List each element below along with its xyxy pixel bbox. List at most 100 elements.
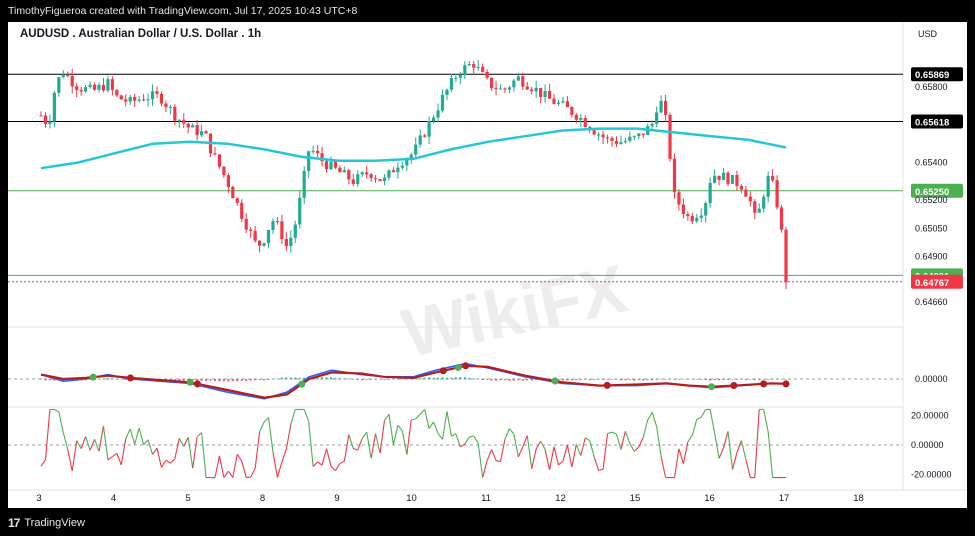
macd-histogram-bar bbox=[570, 379, 573, 381]
oscillator-segment bbox=[125, 428, 131, 439]
oscillator-segment bbox=[531, 448, 537, 469]
tradingview-logo[interactable]: 17 TradingView bbox=[8, 516, 85, 530]
macd-histogram-bar bbox=[624, 379, 627, 381]
macd-histogram-bar bbox=[280, 377, 283, 380]
macd-histogram-bar bbox=[392, 378, 395, 380]
candle-body bbox=[699, 215, 703, 218]
macd-histogram-bar bbox=[481, 379, 484, 381]
macd-histogram-bar bbox=[468, 377, 471, 380]
candle-body bbox=[735, 175, 739, 187]
oscillator-segment bbox=[482, 460, 488, 478]
macd-histogram-bar bbox=[762, 379, 765, 380]
candle-body bbox=[244, 218, 248, 230]
macd-histogram-bar bbox=[584, 379, 587, 380]
oscillator-segment bbox=[98, 425, 104, 452]
candle-body bbox=[128, 97, 132, 102]
macd-histogram-bar bbox=[673, 379, 676, 380]
x-tick-label: 17 bbox=[779, 493, 790, 504]
oscillator-segment bbox=[558, 460, 564, 466]
macd-histogram-bar bbox=[245, 379, 248, 382]
macd-histogram-bar bbox=[316, 377, 319, 380]
macd-histogram-bar bbox=[593, 379, 596, 380]
currency-label: USD bbox=[918, 29, 938, 39]
candle-body bbox=[690, 216, 694, 222]
oscillator-segment bbox=[379, 420, 386, 454]
candle-body bbox=[177, 119, 181, 121]
oscillator-segment bbox=[343, 434, 350, 462]
candle-body bbox=[637, 133, 641, 137]
crossover-dot bbox=[439, 367, 447, 375]
macd-histogram-bar bbox=[695, 379, 698, 380]
oscillator-segment bbox=[267, 417, 274, 453]
macd-histogram-bar bbox=[477, 378, 480, 380]
candle-body bbox=[592, 130, 596, 135]
macd-histogram-bar bbox=[205, 379, 208, 382]
macd-histogram-bar bbox=[325, 377, 328, 380]
candle-body bbox=[543, 91, 547, 97]
candle-body bbox=[449, 78, 454, 90]
macd-histogram-bar bbox=[771, 378, 774, 380]
oscillator-segment bbox=[731, 452, 738, 470]
candle-body bbox=[525, 86, 529, 90]
oscillator-segment bbox=[687, 435, 693, 443]
macd-histogram-bar bbox=[628, 379, 631, 380]
candle-body bbox=[507, 87, 512, 90]
candle-body bbox=[213, 153, 217, 155]
candle-body bbox=[418, 135, 422, 145]
macd-histogram-bar bbox=[97, 379, 100, 380]
oscillator-segment bbox=[254, 431, 261, 469]
candle-body bbox=[570, 107, 574, 115]
oscillator-segment bbox=[562, 444, 568, 462]
candle-body bbox=[115, 89, 119, 96]
candle-body bbox=[378, 179, 382, 181]
oscillator-segment bbox=[517, 446, 524, 458]
macd-histogram-bar bbox=[285, 377, 288, 380]
candle-body bbox=[182, 119, 186, 124]
candle-body bbox=[547, 91, 552, 99]
macd-histogram-bar bbox=[718, 379, 721, 381]
candle-body bbox=[659, 100, 663, 113]
oscillator-segment bbox=[160, 459, 167, 468]
macd-histogram-bar bbox=[642, 379, 645, 381]
oscillator-segment bbox=[174, 438, 180, 460]
oscillator-segment bbox=[620, 431, 626, 450]
candle-body bbox=[655, 112, 659, 124]
x-tick-label: 11 bbox=[481, 493, 491, 504]
oscillator-segment bbox=[566, 444, 573, 468]
candle-body bbox=[373, 178, 378, 180]
macd-histogram-bar bbox=[709, 379, 712, 381]
oscillator-segment bbox=[58, 411, 64, 433]
macd-histogram-bar bbox=[437, 377, 440, 380]
oscillator-segment bbox=[54, 408, 60, 413]
crossover-dot bbox=[782, 380, 790, 388]
candle-body bbox=[52, 92, 56, 122]
oscillator-segment bbox=[112, 452, 118, 457]
crossover-dot bbox=[454, 363, 462, 371]
candle-body bbox=[168, 106, 172, 108]
macd-histogram-bar bbox=[196, 379, 199, 381]
oscillator-segment bbox=[116, 453, 122, 466]
macd-histogram-bar bbox=[294, 377, 297, 380]
macd-histogram-bar bbox=[450, 377, 453, 380]
candle-body bbox=[222, 166, 226, 176]
macd-histogram-bar bbox=[419, 378, 422, 380]
candle-body bbox=[454, 77, 458, 79]
candle-body bbox=[271, 221, 275, 230]
oscillator-segment bbox=[129, 428, 136, 445]
oscillator-segment bbox=[504, 428, 510, 440]
candle-body bbox=[721, 172, 726, 180]
macd-histogram-bar bbox=[111, 378, 114, 380]
candle-body bbox=[440, 94, 445, 111]
macd-histogram-bar bbox=[289, 377, 292, 380]
candle-body bbox=[583, 118, 587, 128]
macd-histogram-bar bbox=[267, 379, 270, 380]
oscillator-segment bbox=[745, 459, 751, 478]
oscillator-segment bbox=[682, 441, 689, 464]
macd-histogram-bar bbox=[370, 379, 373, 380]
oscillator-segment bbox=[593, 456, 600, 471]
oscillator-segment bbox=[714, 433, 720, 459]
macd-histogram-bar bbox=[271, 378, 274, 380]
macd-histogram-bar bbox=[646, 379, 649, 381]
oscillator-segment bbox=[143, 439, 149, 446]
candle-body bbox=[57, 77, 61, 93]
